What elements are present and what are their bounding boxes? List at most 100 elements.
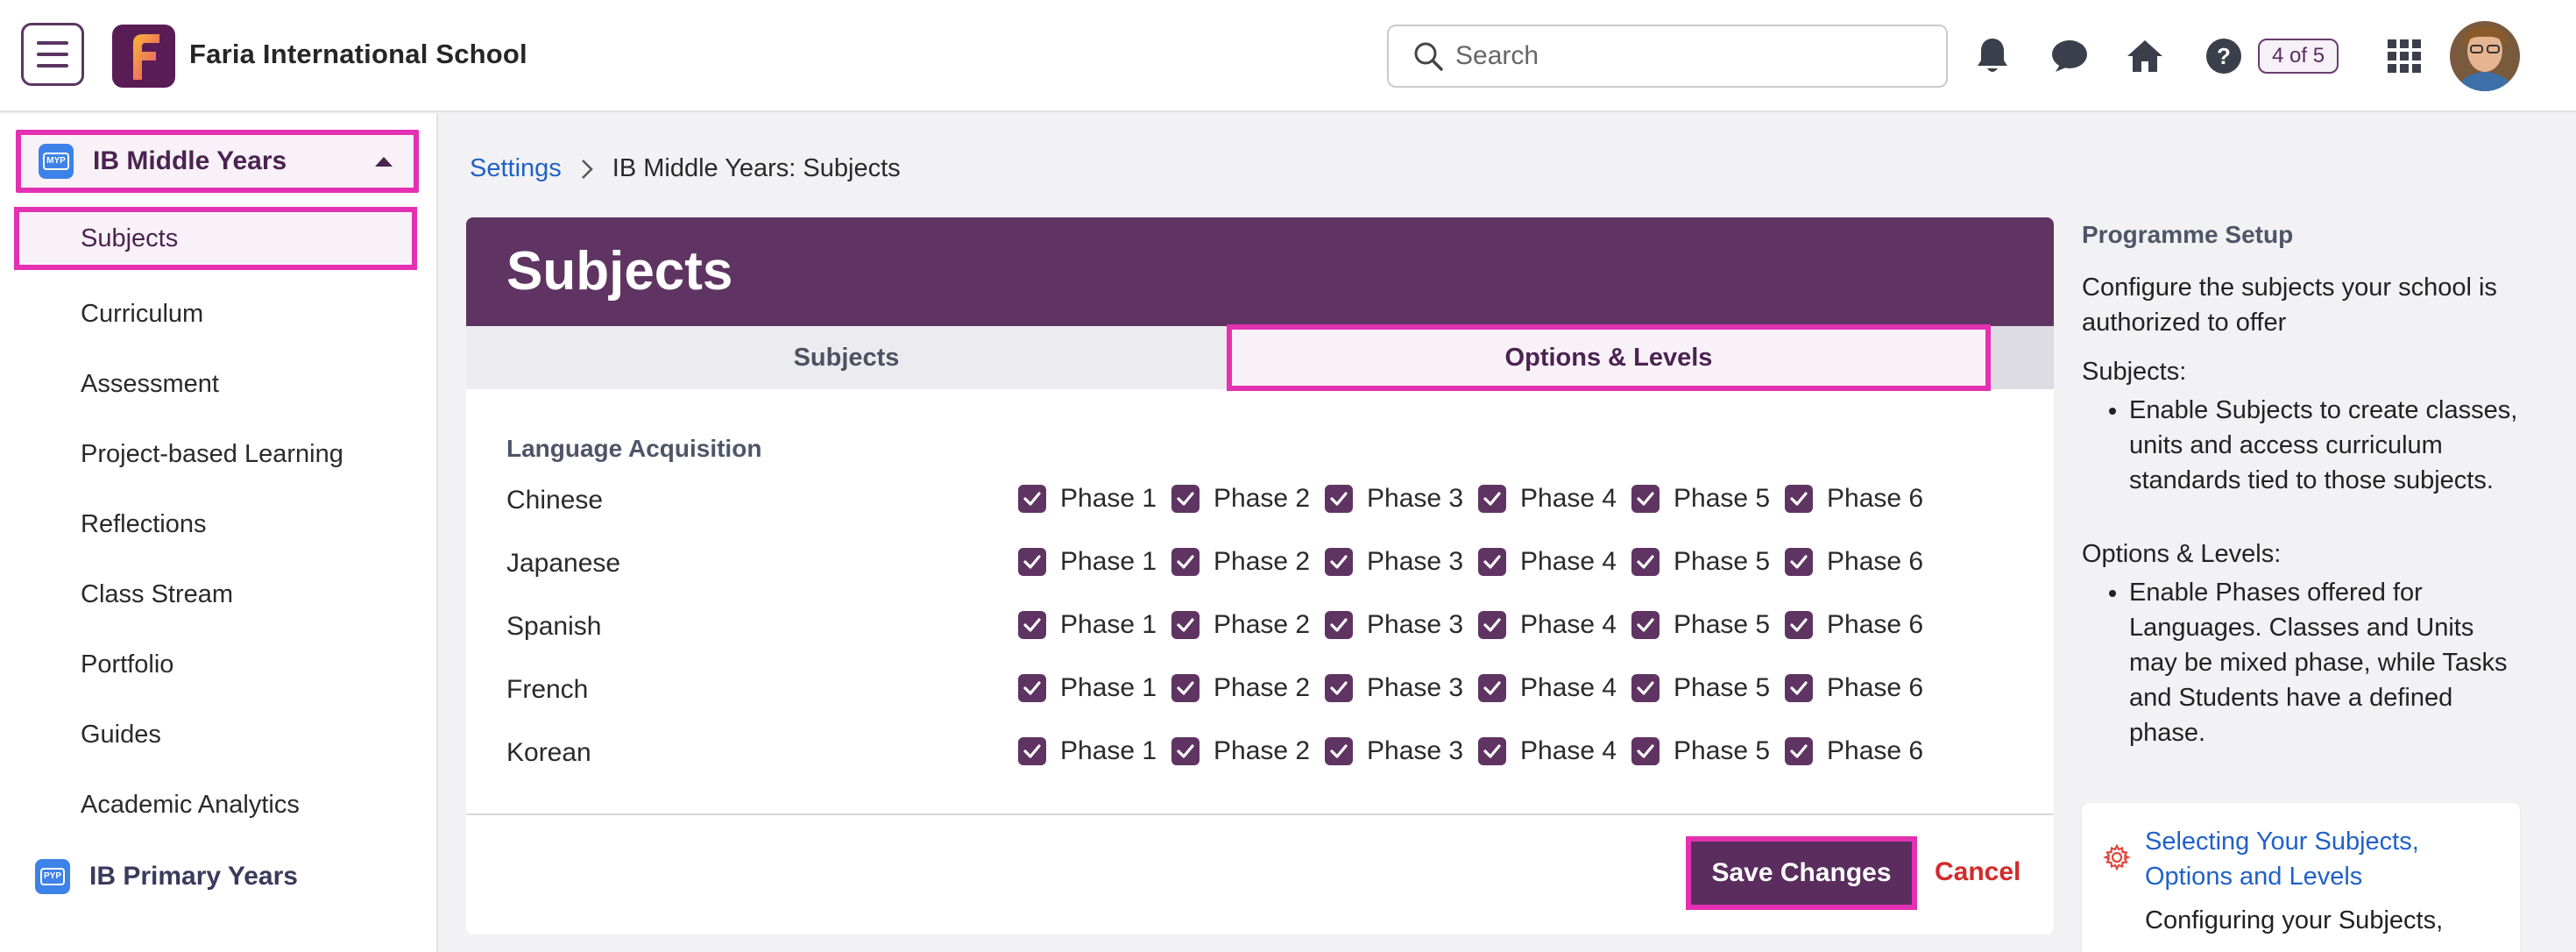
search-input[interactable] [1455, 41, 1911, 71]
phase-checkbox-6[interactable]: Phase 6 [1785, 610, 1923, 640]
sidebar-item-subjects[interactable]: Subjects [14, 207, 417, 270]
save-changes-button[interactable]: Save Changes [1686, 836, 1917, 910]
phase-checkbox-1[interactable]: Phase 1 [1018, 547, 1157, 577]
pyp-programme-icon: PYP [35, 859, 70, 894]
phase-checkbox-5[interactable]: Phase 5 [1631, 736, 1770, 766]
checkbox-checked-icon[interactable] [1785, 674, 1813, 702]
checkbox-checked-icon[interactable] [1631, 674, 1660, 702]
phase-checkbox-6[interactable]: Phase 6 [1785, 736, 1923, 766]
checkbox-checked-icon[interactable] [1478, 611, 1506, 639]
checkbox-checked-icon[interactable] [1631, 485, 1660, 513]
checkbox-checked-icon[interactable] [1018, 737, 1046, 765]
phase-checkbox-3[interactable]: Phase 3 [1325, 547, 1463, 577]
chat-icon[interactable] [2045, 32, 2094, 81]
help-icon[interactable]: ? [2199, 32, 2248, 81]
checkbox-checked-icon[interactable] [1631, 548, 1660, 576]
help-article-link[interactable]: Selecting Your Subjects, Options and Lev… [2145, 824, 2504, 894]
school-logo-icon[interactable] [112, 25, 175, 88]
phase-checkbox-2[interactable]: Phase 2 [1171, 673, 1310, 703]
checkbox-checked-icon[interactable] [1478, 674, 1506, 702]
home-icon[interactable] [2120, 32, 2169, 81]
checkbox-checked-icon[interactable] [1785, 548, 1813, 576]
phase-checkbox-4[interactable]: Phase 4 [1478, 673, 1617, 703]
checkbox-checked-icon[interactable] [1325, 737, 1353, 765]
checkbox-checked-icon[interactable] [1631, 737, 1660, 765]
checkbox-checked-icon[interactable] [1171, 611, 1200, 639]
phase-checkbox-6[interactable]: Phase 6 [1785, 547, 1923, 577]
checkbox-checked-icon[interactable] [1018, 674, 1046, 702]
phase-checkbox-3[interactable]: Phase 3 [1325, 610, 1463, 640]
sidebar-item-portfolio[interactable]: Portfolio [81, 650, 173, 679]
phase-checkbox-1[interactable]: Phase 1 [1018, 484, 1157, 514]
phase-checkbox-6[interactable]: Phase 6 [1785, 484, 1923, 514]
tab-options-levels[interactable]: Options & Levels [1227, 324, 1991, 391]
sidebar-item-assessment[interactable]: Assessment [81, 370, 219, 399]
phase-checkbox-1[interactable]: Phase 1 [1018, 610, 1157, 640]
checkbox-checked-icon[interactable] [1631, 611, 1660, 639]
sidebar-item-project-based-learning[interactable]: Project-based Learning [81, 440, 343, 469]
checkbox-checked-icon[interactable] [1018, 485, 1046, 513]
programme-selector-primary[interactable]: PYP IB Primary Years [35, 859, 298, 894]
phase-checkbox-3[interactable]: Phase 3 [1325, 484, 1463, 514]
sidebar-item-class-stream[interactable]: Class Stream [81, 580, 233, 609]
menu-icon-line [37, 41, 68, 45]
chevron-right-icon [581, 159, 593, 180]
phase-label: Phase 2 [1214, 673, 1311, 702]
apps-grid-icon[interactable] [2380, 32, 2429, 81]
checkbox-checked-icon[interactable] [1478, 485, 1506, 513]
checkbox-checked-icon[interactable] [1325, 674, 1353, 702]
menu-button[interactable] [21, 23, 84, 86]
phase-label: Phase 2 [1214, 736, 1311, 765]
checkbox-checked-icon[interactable] [1785, 611, 1813, 639]
phase-label: Phase 6 [1827, 547, 1924, 576]
phase-checkbox-2[interactable]: Phase 2 [1171, 484, 1310, 514]
search-box[interactable] [1387, 25, 1948, 88]
language-row-chinese: Chinese Phase 1 Phase 2 Phase 3 Phase 4 Phase… [466, 475, 2054, 528]
phase-checkbox-2[interactable]: Phase 2 [1171, 610, 1310, 640]
checkbox-checked-icon[interactable] [1325, 611, 1353, 639]
phase-checkbox-5[interactable]: Phase 5 [1631, 610, 1770, 640]
breadcrumb-settings-link[interactable]: Settings [470, 154, 562, 183]
checkbox-checked-icon[interactable] [1171, 485, 1200, 513]
sidebar-item-curriculum[interactable]: Curriculum [81, 300, 203, 329]
sidebar-item-academic-analytics[interactable]: Academic Analytics [81, 791, 300, 820]
phase-checkbox-5[interactable]: Phase 5 [1631, 673, 1770, 703]
sidebar-item-guides[interactable]: Guides [81, 721, 161, 750]
programme-selector[interactable]: MYP IB Middle Years [16, 130, 419, 193]
tab-subjects[interactable]: Subjects [466, 326, 1227, 389]
help-options-bullet: Enable Phases offered for Languages. Cla… [2129, 575, 2520, 750]
phase-checkbox-3[interactable]: Phase 3 [1325, 673, 1463, 703]
user-avatar[interactable] [2450, 21, 2520, 91]
checkbox-checked-icon[interactable] [1171, 737, 1200, 765]
checkbox-checked-icon[interactable] [1171, 548, 1200, 576]
phase-checkbox-1[interactable]: Phase 1 [1018, 736, 1157, 766]
checkbox-checked-icon[interactable] [1018, 611, 1046, 639]
checkbox-checked-icon[interactable] [1785, 737, 1813, 765]
sidebar-item-reflections[interactable]: Reflections [81, 510, 206, 539]
checkbox-checked-icon[interactable] [1478, 737, 1506, 765]
checkbox-checked-icon[interactable] [1478, 548, 1506, 576]
notification-bell-icon[interactable] [1968, 32, 2017, 81]
phase-checkbox-4[interactable]: Phase 4 [1478, 547, 1617, 577]
phase-checkbox-2[interactable]: Phase 2 [1171, 547, 1310, 577]
card-header: Subjects [466, 217, 2054, 326]
phase-checkbox-1[interactable]: Phase 1 [1018, 673, 1157, 703]
phase-label: Phase 6 [1827, 736, 1924, 765]
phase-checkbox-4[interactable]: Phase 4 [1478, 484, 1617, 514]
checkbox-checked-icon[interactable] [1785, 485, 1813, 513]
checkbox-checked-icon[interactable] [1018, 548, 1046, 576]
phase-label: Phase 3 [1367, 736, 1464, 765]
phase-checkbox-6[interactable]: Phase 6 [1785, 673, 1923, 703]
phase-label: Phase 2 [1214, 547, 1311, 576]
phase-checkbox-3[interactable]: Phase 3 [1325, 736, 1463, 766]
checkbox-checked-icon[interactable] [1325, 485, 1353, 513]
cancel-button[interactable]: Cancel [1935, 857, 2020, 887]
checkbox-checked-icon[interactable] [1171, 674, 1200, 702]
checkbox-checked-icon[interactable] [1325, 548, 1353, 576]
phase-checkbox-4[interactable]: Phase 4 [1478, 736, 1617, 766]
phase-checkbox-4[interactable]: Phase 4 [1478, 610, 1617, 640]
phase-checkbox-5[interactable]: Phase 5 [1631, 484, 1770, 514]
phase-checkbox-2[interactable]: Phase 2 [1171, 736, 1310, 766]
phase-checkbox-5[interactable]: Phase 5 [1631, 547, 1770, 577]
breadcrumb: Settings IB Middle Years: Subjects [470, 154, 901, 183]
